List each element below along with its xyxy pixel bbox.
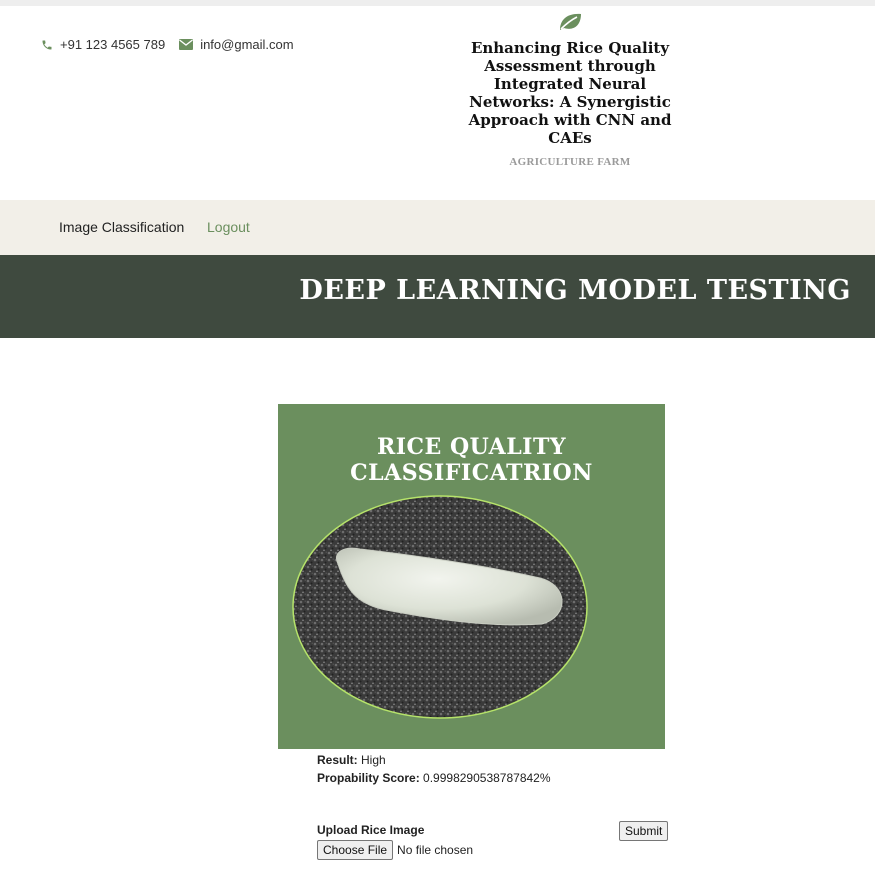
result-label: Result: [317, 753, 358, 767]
phone-icon [41, 39, 60, 51]
page-title: DEEP LEARNING MODEL TESTING [299, 275, 851, 306]
choose-file-button[interactable]: Choose File [317, 840, 394, 860]
site-title: Enhancing Rice Quality Assessment throug… [468, 39, 672, 147]
result-value: High [361, 753, 386, 767]
nav-image-classification[interactable]: Image Classification [59, 219, 184, 235]
file-status: No file chosen [397, 843, 474, 857]
phone-number: +91 123 4565 789 [60, 37, 166, 52]
site-brand[interactable]: Enhancing Rice Quality Assessment throug… [450, 12, 690, 168]
contact-phone[interactable]: +91 123 4565 789 [41, 37, 165, 52]
site-subtitle: AGRICULTURE FARM [509, 156, 631, 168]
email-address: info@gmail.com [200, 37, 294, 52]
nav-logout[interactable]: Logout [207, 219, 250, 235]
score-label: Propability Score: [317, 771, 420, 785]
prediction-result: Result: High Propability Score: 0.999829… [317, 751, 551, 787]
envelope-icon [179, 39, 200, 50]
main-nav: Image Classification Logout [0, 200, 875, 255]
contact-info: +91 123 4565 789 info@gmail.com [41, 37, 294, 52]
result-line: Result: High [317, 751, 551, 769]
upload-label: Upload Rice Image [317, 823, 425, 837]
result-image-card: RICE QUALITY CLASSIFICATRION [278, 404, 665, 749]
score-value: 0.9998290538787842% [423, 771, 551, 785]
card-title: RICE QUALITY CLASSIFICATRION [350, 434, 593, 486]
page-banner: DEEP LEARNING MODEL TESTING [0, 255, 875, 338]
top-border [0, 0, 875, 6]
file-input[interactable]: Choose File No file chosen [317, 840, 473, 860]
contact-email[interactable]: info@gmail.com [179, 37, 294, 52]
submit-button[interactable]: Submit [619, 821, 669, 841]
leaf-icon [558, 12, 582, 37]
score-line: Propability Score: 0.9998290538787842% [317, 769, 551, 787]
